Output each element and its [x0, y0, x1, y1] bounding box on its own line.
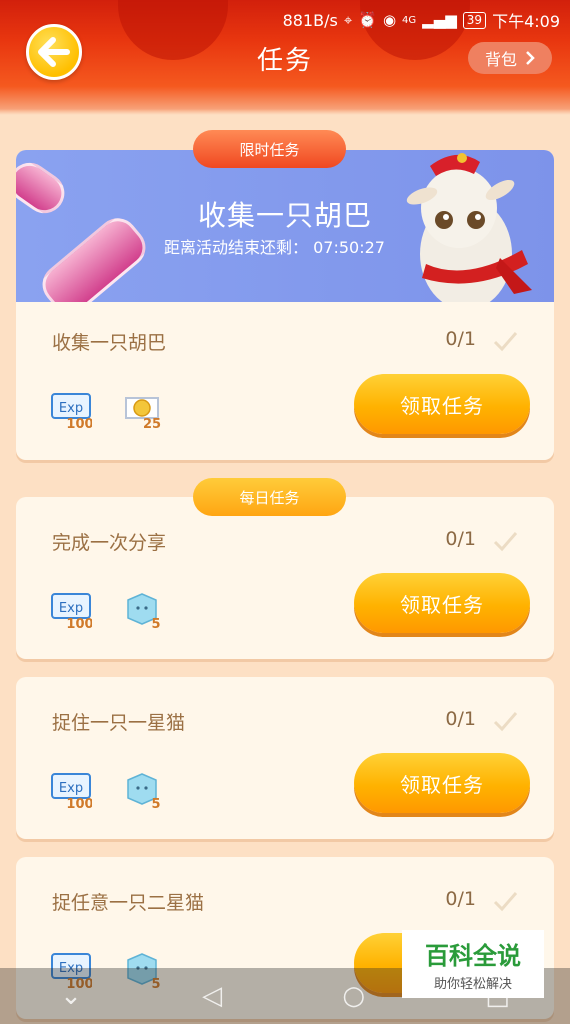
claim-task-button[interactable]: 领取任务	[354, 753, 530, 813]
eye-icon: ◉	[382, 11, 397, 29]
chevron-right-icon	[526, 51, 535, 65]
checkmark-icon	[493, 892, 518, 912]
countdown-label: 距离活动结束还剩：	[164, 238, 309, 257]
svg-text:5: 5	[151, 797, 160, 810]
event-banner: 收集一只胡巴 距离活动结束还剩： 07:50:27	[16, 150, 554, 302]
task-progress: 0/1	[445, 708, 476, 730]
exp-icon: Exp 100	[51, 393, 92, 430]
svg-text:Exp: Exp	[59, 601, 83, 616]
clock: 下午4:09	[492, 12, 560, 31]
nav-back-icon[interactable]: ◁	[202, 981, 222, 1011]
task-card: 捉住一只一星猫 0/1 Exp 100 5 领取任务	[16, 677, 554, 839]
daily-task-tag: 每日任务	[193, 478, 346, 516]
countdown: 距离活动结束还剩： 07:50:27	[164, 234, 385, 258]
alarm-icon: ⏰	[358, 11, 377, 29]
coin-puzzle-icon: 25	[125, 397, 161, 430]
signal-icon: ▂▄▆	[422, 11, 457, 29]
countdown-value: 07:50:27	[313, 238, 385, 257]
battery-icon: 39	[462, 11, 487, 29]
bag-button[interactable]: 背包	[468, 42, 552, 74]
cube-icon: 5	[127, 593, 161, 630]
task-name: 完成一次分享	[52, 532, 167, 554]
status-bar: 881B/s ⌖ ⏰ ◉ 4G ▂▄▆ 39 下午4:09	[283, 8, 560, 32]
claim-task-button[interactable]: 领取任务	[354, 573, 530, 633]
claim-task-button[interactable]: 领取任务	[354, 374, 530, 434]
network-type: 4G	[402, 14, 417, 26]
task-card: 完成一次分享 0/1 Exp 100 5 领取任务	[16, 497, 554, 659]
checkmark-icon	[493, 532, 518, 552]
checkmark-icon	[493, 712, 518, 732]
limited-task-card: 收集一只胡巴 距离活动结束还剩： 07:50:27 收集一只胡巴 0/1 Exp…	[16, 150, 554, 460]
task-name: 收集一只胡巴	[52, 332, 167, 354]
limited-task-tag: 限时任务	[193, 130, 346, 168]
checkmark-icon	[493, 332, 518, 352]
nav-hide-icon[interactable]: ⌄	[60, 981, 82, 1011]
svg-text:100: 100	[66, 417, 92, 430]
task-progress: 0/1	[445, 528, 476, 550]
watermark-title: 百科全说	[425, 942, 521, 970]
exp-icon: Exp 100	[51, 593, 92, 630]
svg-text:Exp: Exp	[59, 401, 83, 416]
task-name: 捉住一只一星猫	[52, 712, 186, 734]
huba-character-image	[406, 153, 532, 302]
svg-text:Exp: Exp	[59, 781, 83, 796]
exp-icon: Exp 100	[51, 773, 92, 810]
task-progress: 0/1	[445, 888, 476, 910]
svg-text:5: 5	[151, 617, 160, 630]
svg-text:25: 25	[143, 417, 161, 430]
nav-home-icon[interactable]: ○	[342, 981, 365, 1011]
cube-icon: 5	[127, 773, 161, 810]
watermark-subtitle: 助你轻松解决	[433, 977, 512, 992]
svg-text:100: 100	[66, 797, 92, 810]
network-speed: 881B/s	[282, 10, 338, 30]
location-icon: ⌖	[343, 11, 353, 29]
task-progress: 0/1	[445, 328, 476, 350]
task-name: 捉任意一只二星猫	[52, 892, 205, 914]
bag-label: 背包	[484, 50, 517, 69]
svg-text:100: 100	[66, 617, 92, 630]
watermark-logo: 百科全说 助你轻松解决	[402, 930, 544, 998]
